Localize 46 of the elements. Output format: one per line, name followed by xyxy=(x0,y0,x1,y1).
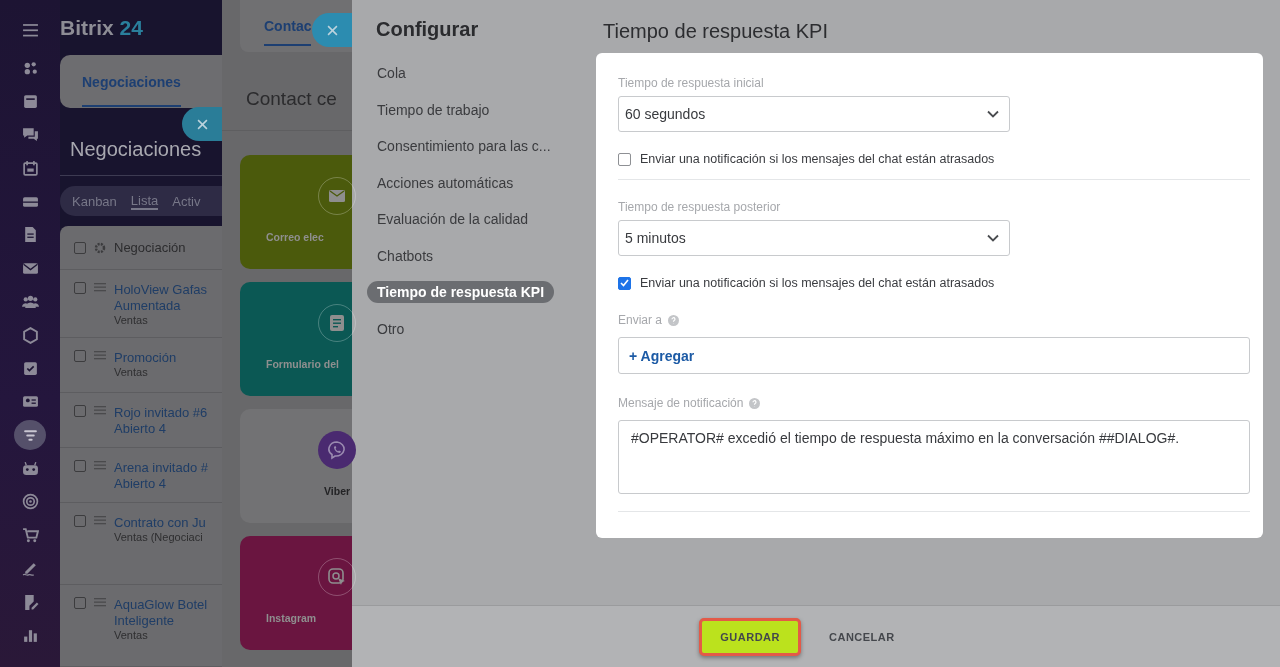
deal-link[interactable]: Promoción xyxy=(114,350,177,366)
deal-link[interactable]: Rojo invitado #6 xyxy=(114,405,208,421)
settings-menu-item[interactable]: Tiempo de respuesta KPI xyxy=(367,281,554,303)
channel-label: Instagram xyxy=(266,612,317,624)
channel-label: Viber xyxy=(324,485,351,497)
settings-menu-item[interactable]: Otro xyxy=(367,317,415,340)
view-tab[interactable]: Activ xyxy=(172,193,201,209)
settings-menu-item[interactable]: Chatbots xyxy=(367,244,444,267)
deal-pipeline: Ventas xyxy=(114,629,149,641)
deal-link[interactable]: Abierto 4 xyxy=(114,476,208,492)
checkbox-label: Enviar una notificación si los mensajes del chat están atrasados xyxy=(640,152,995,166)
recipients-field[interactable]: + Agregar xyxy=(618,337,1250,374)
deal-pipeline: Ventas xyxy=(114,366,149,378)
settings-menu-item[interactable]: Consentimiento para las c... xyxy=(367,135,561,157)
add-link[interactable]: + Agregar xyxy=(629,347,695,364)
deal-link[interactable]: AquaGlow Botel xyxy=(114,597,208,613)
column-header: Negociación xyxy=(114,240,186,255)
view-tab[interactable]: Lista xyxy=(130,192,159,210)
field-label: Tiempo de respuesta inicial xyxy=(618,76,764,90)
channel-label: Correo elec xyxy=(266,231,324,243)
deal-link[interactable]: Contrato con Ju xyxy=(114,515,206,531)
checkbox-label: Enviar una notificación si los mensajes del chat están atrasados xyxy=(640,276,995,290)
deal-link[interactable]: Inteligente xyxy=(114,613,208,629)
field-label: Enviar a xyxy=(618,313,663,327)
cancel-button[interactable]: CANCELAR xyxy=(811,621,913,652)
deal-link[interactable]: Abierto 4 xyxy=(114,421,208,437)
deal-pipeline: Ventas (Negociaci xyxy=(114,531,204,543)
field-label: Mensaje de notificación xyxy=(618,396,744,410)
deal-pipeline: Ventas xyxy=(114,314,149,326)
message-textarea[interactable]: #OPERATOR# excedió el tiempo de respuesta máximo en la conversación ##DIALOG#. xyxy=(618,420,1250,494)
settings-menu-item[interactable]: Acciones automáticas xyxy=(367,171,524,194)
save-button[interactable]: GUARDAR xyxy=(699,617,801,656)
time-select[interactable]: 5 minutos xyxy=(618,220,1010,256)
app-logo: Bitrix 24 xyxy=(60,14,144,41)
settings-title: Configurar xyxy=(375,18,480,42)
channel-label: Formulario del xyxy=(266,358,339,370)
settings-menu-item[interactable]: Tiempo de trabajo xyxy=(367,98,500,121)
section-title: Tiempo de respuesta KPI xyxy=(602,20,829,44)
deal-link[interactable]: HoloView Gafas xyxy=(114,282,207,298)
field-label: Tiempo de respuesta posterior xyxy=(618,200,781,214)
view-tab[interactable]: Kanban xyxy=(72,193,117,209)
settings-menu-item[interactable]: Evaluación de la calidad xyxy=(367,208,538,230)
deal-link[interactable]: Arena invitado # xyxy=(114,460,208,476)
settings-menu-item[interactable]: Cola xyxy=(367,62,416,84)
deal-link[interactable]: Aumentada xyxy=(114,298,207,314)
time-select[interactable]: 60 segundos xyxy=(618,96,1010,132)
